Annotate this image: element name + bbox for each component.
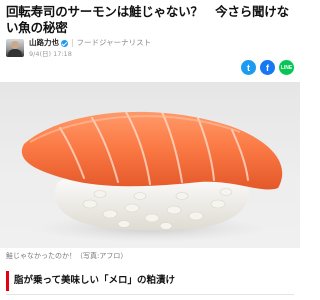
twitter-icon: t — [247, 62, 250, 73]
line-share-button[interactable]: LINE — [279, 60, 294, 75]
facebook-share-button[interactable]: f — [260, 60, 275, 75]
article-page: 回転寿司のサーモンは鮭じゃない？ 今さら聞けない魚の秘密 山路力也 | フードジ… — [0, 0, 300, 300]
author-name-link[interactable]: 山路力也 — [29, 38, 59, 48]
line-icon: LINE — [280, 64, 293, 71]
article-photo[interactable] — [0, 82, 300, 248]
byline: 山路力也 | フードジャーナリスト 9/4(日) 17:18 — [6, 38, 151, 64]
article-title: 回転寿司のサーモンは鮭じゃない？ 今さら聞けない魚の秘密 — [6, 4, 289, 35]
facebook-icon: f — [266, 62, 269, 73]
verified-icon — [61, 39, 68, 47]
twitter-share-button[interactable]: t — [241, 60, 256, 75]
author-row: 山路力也 | フードジャーナリスト — [29, 38, 151, 48]
share-buttons: t f LINE — [241, 60, 294, 75]
byline-separator: | — [71, 38, 74, 47]
author-info: 山路力也 | フードジャーナリスト 9/4(日) 17:18 — [29, 38, 151, 58]
publish-date: 9/4(日) 17:18 — [29, 50, 72, 58]
salmon-sushi-image — [21, 111, 283, 242]
author-avatar[interactable] — [6, 39, 24, 57]
photo-caption: 鮭じゃなかったのか！（写真:アフロ） — [6, 252, 128, 260]
section-heading: 脂が乗って美味しい「メロ」の粕漬け — [6, 271, 294, 295]
author-role: フードジャーナリスト — [76, 38, 152, 47]
